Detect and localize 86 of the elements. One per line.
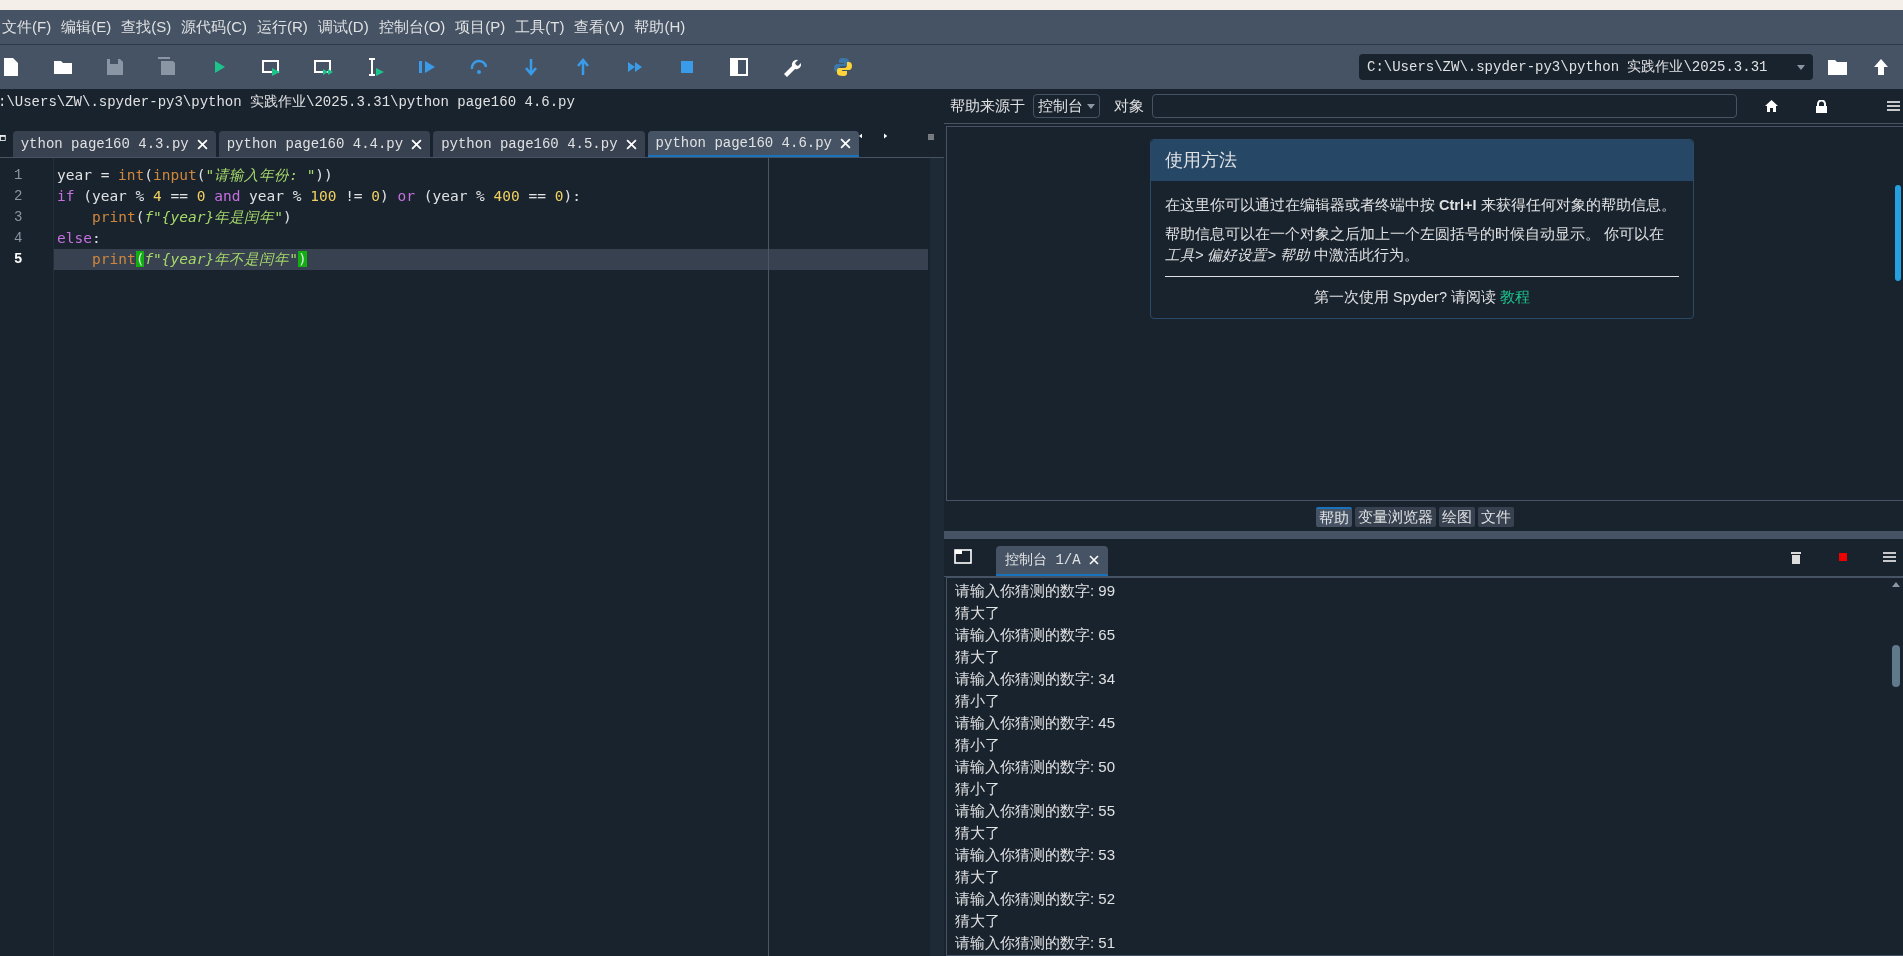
console-line: 猜小了: [955, 691, 1001, 711]
step-over-icon[interactable]: [469, 57, 489, 77]
console-line: 猜小了: [955, 779, 1001, 799]
folder-icon[interactable]: [1827, 57, 1849, 77]
menu-item[interactable]: 帮助(H): [634, 15, 686, 39]
menu-icon[interactable]: [1883, 552, 1896, 562]
console-line: 猜大了: [955, 823, 1001, 843]
python-icon[interactable]: [833, 57, 853, 77]
run-cell-icon[interactable]: [261, 57, 281, 77]
upload-arrow-icon[interactable]: [1873, 58, 1889, 76]
code-line: year = int(input("请输入年份: ")): [56, 166, 334, 185]
panel-icon[interactable]: [729, 57, 749, 77]
console-line: 请输入你猜测的数字: 55: [955, 801, 1117, 821]
line-number: 5: [13, 250, 24, 269]
close-icon[interactable]: [840, 137, 851, 149]
console-line: 请输入你猜测的数字: 51: [955, 933, 1117, 953]
menu-item[interactable]: 源代码(C): [181, 15, 247, 39]
object-label: 对象: [1114, 95, 1144, 116]
menu-item[interactable]: 编辑(E): [61, 15, 112, 39]
close-icon[interactable]: [1088, 555, 1099, 565]
menu-item[interactable]: 项目(P): [455, 15, 506, 39]
editor-tab[interactable]: ython page160 4.3.py: [12, 131, 216, 157]
console-line: 猜大了: [955, 647, 1001, 667]
console-tab[interactable]: 控制台 1/A: [996, 546, 1108, 576]
line-number: 2: [13, 187, 24, 206]
object-field[interactable]: [1152, 94, 1737, 118]
console-line: 请输入你猜测的数字: 53: [955, 845, 1117, 865]
menu-item[interactable]: 控制台(O): [378, 15, 446, 39]
help-source-label: 帮助来源于: [950, 95, 1025, 116]
window-icon[interactable]: [954, 549, 972, 564]
tutorial-prompt: 第一次使用 Spyder? 请阅读: [1313, 289, 1496, 305]
line-number: 1: [13, 166, 24, 185]
dropdown-icon[interactable]: [1087, 103, 1095, 109]
pane-tab[interactable]: 绘图: [1439, 507, 1475, 527]
scroll-up-icon[interactable]: [1892, 582, 1900, 587]
pane-tab[interactable]: 文件: [1478, 507, 1514, 527]
code-line: print(f"{year}年是闰年"): [91, 208, 293, 227]
line-number: 4: [13, 229, 24, 248]
line-number: 3: [13, 208, 24, 227]
file-path: :\Users\ZW\.spyder-py3\python 实践作业\2025.3.31\python page160 4.6.py: [0, 93, 576, 112]
console-line: 请输入你猜测的数字: 65: [955, 625, 1117, 645]
console-line: 请输入你猜测的数字: 52: [955, 889, 1117, 909]
editor-tab[interactable]: python page160 4.5.py: [433, 131, 645, 157]
close-icon[interactable]: [196, 138, 208, 150]
trash-icon[interactable]: [1791, 551, 1801, 564]
dropdown-icon[interactable]: [1797, 64, 1805, 70]
lock-icon[interactable]: [1816, 99, 1827, 113]
help-paragraph: 帮助信息可以在一个对象之后加上一个左圆括号的时候自动显示。 你可以在 工具> 偏好设置> 帮助 中激活此行为。: [1165, 225, 1666, 265]
directory-path: C:\Users\ZW\.spyder-py3\python 实践作业\2025.3.31: [1367, 57, 1768, 77]
menu-icon[interactable]: [1887, 101, 1900, 111]
menu-item[interactable]: 查看(V): [574, 15, 625, 39]
menu-item[interactable]: 运行(R): [257, 15, 308, 39]
console-line: 请输入你猜测的数字: 50: [955, 757, 1117, 777]
working-directory-field[interactable]: C:\Users\ZW\.spyder-py3\python 实践作业\2025.3.31: [1359, 54, 1813, 80]
save-icon[interactable]: [105, 57, 125, 77]
scroll-bar[interactable]: [1895, 185, 1901, 281]
console-line: 猜大了: [955, 911, 1001, 931]
pane-tab[interactable]: 变量浏览器: [1355, 507, 1436, 527]
menu-item[interactable]: 调试(D): [317, 15, 369, 39]
close-icon[interactable]: [625, 138, 637, 150]
scroll-track[interactable]: [930, 158, 944, 956]
console-line: 猜小了: [955, 735, 1001, 755]
save-all-icon[interactable]: [157, 57, 177, 77]
code-line: else:: [56, 229, 102, 248]
new-file-icon[interactable]: [1, 57, 21, 77]
card-title: 使用方法: [1151, 140, 1693, 181]
menu-item[interactable]: 查找(S): [121, 15, 172, 39]
console-line: 请输入你猜测的数字: 34: [955, 669, 1117, 689]
help-paragraph: 在这里你可以通过在编辑器或者终端中按 Ctrl+I 来获得任何对象的帮助信息。: [1165, 196, 1677, 215]
editor-tab[interactable]: python page160 4.6.py: [647, 131, 859, 157]
home-icon[interactable]: [1765, 100, 1778, 112]
menu-icon[interactable]: [927, 131, 934, 143]
menu-item[interactable]: 工具(T): [515, 15, 565, 39]
scroll-thumb[interactable]: [1892, 645, 1900, 687]
console-line: 请输入你猜测的数字: 99: [955, 581, 1117, 601]
console-line: 猜大了: [955, 603, 1001, 623]
console-line: 猜大了: [955, 867, 1001, 887]
menu-item[interactable]: 文件(F): [2, 15, 52, 39]
run-cell-advance-icon[interactable]: [313, 57, 333, 77]
code-line: if (year % 4 == 0 and year % 100 != 0) or (year % 400 == 0):: [56, 187, 582, 206]
console-line: 请输入你猜测的数字: 45: [955, 713, 1117, 733]
source-dropdown[interactable]: 控制台: [1033, 94, 1100, 118]
tutorial-link[interactable]: 教程: [1500, 289, 1531, 305]
close-icon[interactable]: [411, 138, 423, 150]
editor-tab[interactable]: python page160 4.4.py: [218, 131, 431, 157]
pane-tab[interactable]: 帮助: [1316, 507, 1352, 527]
